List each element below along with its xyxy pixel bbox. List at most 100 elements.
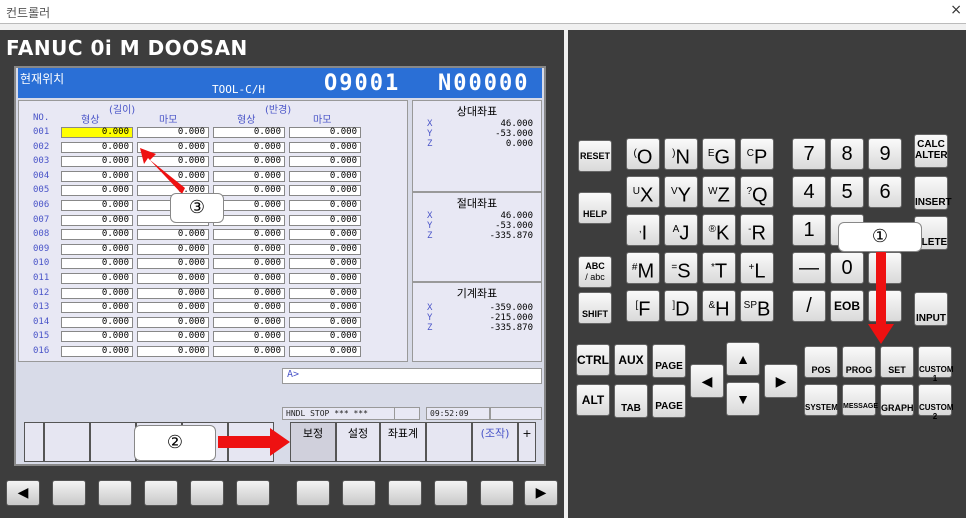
alpha-key[interactable]: )N (664, 138, 698, 170)
bottom-button-1[interactable] (52, 480, 86, 506)
alpha-key[interactable]: ?Q (740, 176, 774, 208)
bottom-button-8[interactable] (388, 480, 422, 506)
abc-key[interactable]: ABC / abc (578, 256, 612, 288)
softkey-offset[interactable]: 보정 (290, 422, 336, 462)
alpha-key[interactable]: +L (740, 252, 774, 284)
offset-cell[interactable]: 0.000 (137, 258, 209, 270)
offset-cell[interactable]: 0.000 (289, 243, 361, 255)
offset-cell[interactable]: 0.000 (61, 141, 133, 153)
close-button[interactable]: × (950, 2, 962, 18)
softkey-blank-5[interactable] (228, 422, 274, 462)
offset-cell[interactable]: 0.000 (61, 258, 133, 270)
key-6[interactable]: 6 (868, 176, 902, 208)
custom1-key[interactable]: CUSTOM 1 (918, 346, 954, 383)
alpha-key[interactable]: ®K (702, 214, 736, 246)
offset-cell[interactable]: 0.000 (213, 127, 285, 138)
offset-cell[interactable]: 0.000 (289, 156, 361, 168)
offset-cell[interactable]: 0.000 (289, 287, 361, 299)
key-minus[interactable]: — (792, 252, 826, 284)
ctrl-key[interactable]: CTRL (576, 344, 610, 376)
softkey-coord-system[interactable]: 좌표계 (380, 422, 426, 462)
offset-cell[interactable]: 0.000 (137, 287, 209, 299)
bottom-button-9[interactable] (434, 480, 468, 506)
cursor-right-icon[interactable]: ▶ (764, 364, 798, 398)
offset-cell[interactable]: 0.000 (289, 346, 361, 357)
bottom-button-3[interactable] (144, 480, 178, 506)
offset-cell[interactable]: 0.000 (213, 346, 285, 357)
graph-key[interactable]: GRAPH (880, 384, 914, 416)
command-input[interactable]: A> (282, 368, 542, 384)
offset-cell[interactable]: 0.000 (61, 156, 133, 168)
bottom-button-7[interactable] (342, 480, 376, 506)
reset-key[interactable]: RESET (578, 140, 612, 172)
key-slash[interactable]: / (792, 290, 826, 322)
softkey-blank-1[interactable] (44, 422, 90, 462)
offset-cell[interactable]: 0.000 (61, 229, 133, 241)
offset-cell[interactable]: 0.000 (61, 243, 133, 255)
shift-key[interactable]: SHIFT (578, 292, 612, 324)
offset-cell[interactable]: 0.000 (61, 214, 133, 226)
custom2-key[interactable]: CUSTOM 2 (918, 384, 954, 421)
offset-cell[interactable]: 0.000 (289, 127, 361, 138)
insert-key[interactable]: INSERT (914, 176, 952, 210)
offset-cell[interactable]: 0.000 (137, 273, 209, 284)
offset-cell[interactable]: 0.000 (289, 170, 361, 182)
offset-cell[interactable]: 0.000 (137, 243, 209, 255)
offset-cell[interactable]: 0.000 (213, 141, 285, 153)
cursor-down-icon[interactable]: ▼ (726, 382, 760, 416)
key-4[interactable]: 4 (792, 176, 826, 208)
offset-cell[interactable]: 0.000 (137, 302, 209, 314)
alpha-key[interactable]: UX (626, 176, 660, 208)
offset-cell[interactable]: 0.000 (61, 170, 133, 182)
alpha-key[interactable]: [F (626, 290, 660, 322)
cursor-up-icon[interactable]: ▲ (726, 342, 760, 376)
softkey-next[interactable]: + (518, 422, 536, 462)
offset-cell[interactable]: 0.000 (137, 229, 209, 241)
softkey-setting[interactable]: 설정 (336, 422, 380, 462)
offset-cell[interactable]: 0.000 (213, 156, 285, 168)
offset-cell[interactable]: 0.000 (137, 127, 209, 138)
offset-cell[interactable]: 0.000 (61, 185, 133, 197)
offset-cell[interactable]: 0.000 (289, 214, 361, 226)
alpha-key[interactable]: CP (740, 138, 774, 170)
eob-key[interactable]: EOB (830, 290, 864, 322)
offset-cell[interactable]: 0.000 (289, 331, 361, 343)
key-8[interactable]: 8 (830, 138, 864, 170)
softkey-left-blank[interactable] (24, 422, 44, 462)
alpha-key[interactable]: AJ (664, 214, 698, 246)
alpha-key[interactable]: WZ (702, 176, 736, 208)
offset-cell[interactable]: 0.000 (137, 141, 209, 153)
alpha-key[interactable]: *T (702, 252, 736, 284)
bottom-button-10[interactable] (480, 480, 514, 506)
offset-cell[interactable]: 0.000 (289, 316, 361, 328)
offset-cell[interactable]: 0.000 (213, 273, 285, 284)
offset-cell[interactable]: 0.000 (289, 185, 361, 197)
offset-cell[interactable]: 0.000 (137, 331, 209, 343)
alpha-key[interactable]: SPB (740, 290, 774, 322)
offset-cell[interactable]: 0.000 (61, 273, 133, 284)
offset-cell[interactable]: 0.000 (213, 229, 285, 241)
cursor-left-icon[interactable]: ◀ (690, 364, 724, 398)
alpha-key[interactable]: (O (626, 138, 660, 170)
aux-key[interactable]: AUX (614, 344, 648, 376)
calc-alter-key[interactable]: CALC ALTER (914, 134, 948, 168)
input-key[interactable]: INPUT (914, 292, 948, 326)
offset-cell[interactable]: 0.000 (61, 127, 133, 138)
offset-cell[interactable]: 0.000 (213, 170, 285, 182)
alpha-key[interactable]: #M (626, 252, 660, 284)
offset-cell[interactable]: 0.000 (61, 302, 133, 314)
tab-key[interactable]: TAB (614, 384, 648, 418)
nav-left-button[interactable]: ◀ (6, 480, 40, 506)
offset-cell[interactable]: 0.000 (213, 185, 285, 197)
bottom-button-5[interactable] (236, 480, 270, 506)
offset-cell[interactable]: 0.000 (213, 302, 285, 314)
key-9[interactable]: 9 (868, 138, 902, 170)
offset-cell[interactable]: 0.000 (289, 200, 361, 211)
offset-cell[interactable]: 0.000 (213, 287, 285, 299)
alpha-key[interactable]: ,I (626, 214, 660, 246)
key-1[interactable]: 1 (792, 214, 826, 246)
bottom-button-4[interactable] (190, 480, 224, 506)
alpha-key[interactable]: =S (664, 252, 698, 284)
page-down-key[interactable]: PAGE (652, 384, 686, 418)
alt-key[interactable]: ALT (576, 384, 610, 416)
